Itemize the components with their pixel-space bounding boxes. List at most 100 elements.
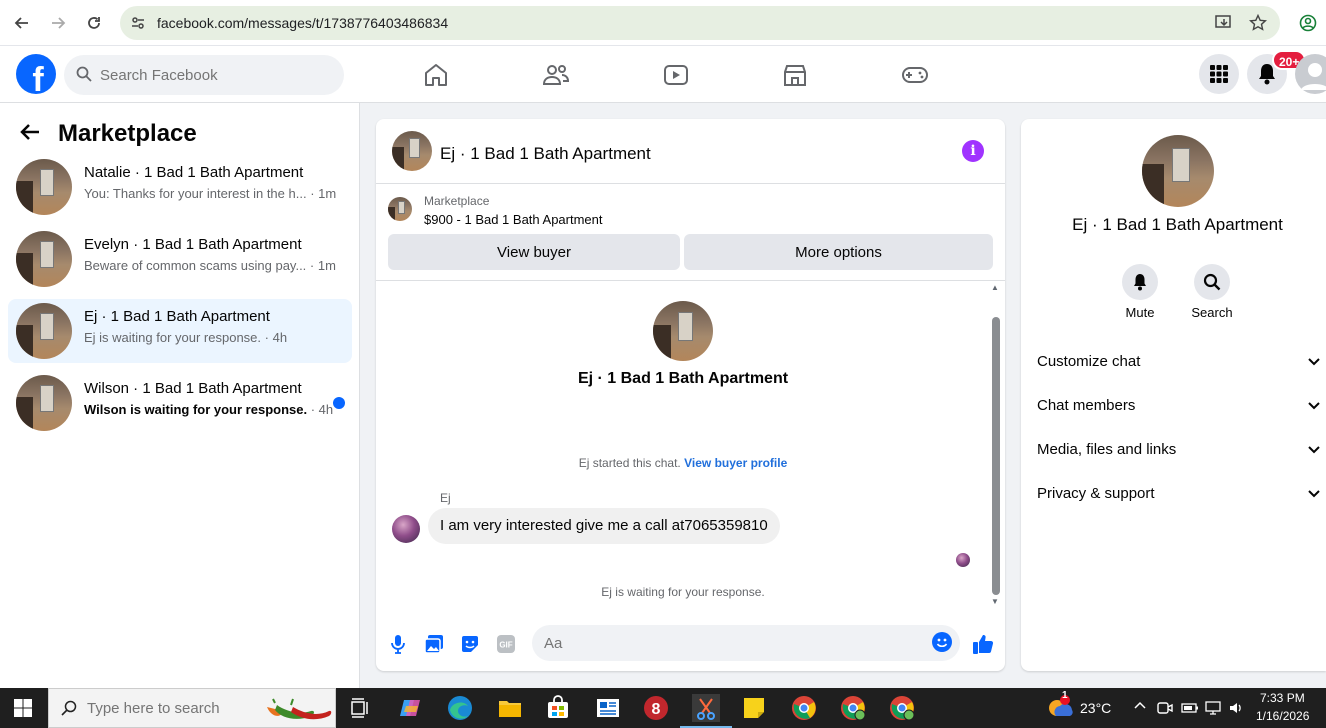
view-buyer-button[interactable]: View buyer — [388, 234, 680, 270]
conversation-item[interactable]: Evelyn · 1 Bad 1 Bath Apartment Beware o… — [8, 227, 352, 291]
facebook-logo-icon[interactable]: f — [16, 54, 56, 94]
sticker-icon[interactable] — [458, 632, 482, 656]
forward-icon[interactable] — [45, 10, 71, 36]
gif-icon[interactable]: GIF — [494, 632, 518, 656]
search-in-conversation-icon[interactable] — [1194, 264, 1230, 300]
reload-icon[interactable] — [81, 10, 107, 36]
address-bar[interactable]: facebook.com/messages/t/1738776403486834 — [120, 6, 1280, 40]
section-label: Media, files and links — [1037, 440, 1177, 458]
browser-toolbar: facebook.com/messages/t/1738776403486834 — [0, 0, 1326, 46]
media-files-links-section[interactable]: Media, files and links — [1037, 431, 1320, 467]
unread-indicator — [333, 397, 345, 409]
message-input-wrapper[interactable] — [532, 625, 960, 661]
conversation-name: Wilson · 1 Bad 1 Bath Apartment — [84, 380, 302, 397]
meet-now-icon[interactable] — [1157, 700, 1173, 719]
message-sender-name: Ej — [440, 491, 451, 505]
install-app-icon[interactable] — [1214, 13, 1234, 33]
back-arrow-icon[interactable] — [20, 123, 40, 146]
weather-icon[interactable] — [1046, 694, 1074, 722]
microphone-icon[interactable] — [386, 632, 410, 656]
search-label[interactable]: Search — [1182, 305, 1242, 320]
waiting-notice: Ej is waiting for your response. — [601, 585, 765, 599]
home-icon[interactable] — [421, 60, 451, 90]
file-explorer-icon[interactable] — [496, 694, 524, 722]
chat-header: Ej · 1 Bad 1 Bath Apartment i — [376, 119, 1005, 184]
weather-alert-badge: 1 — [1062, 690, 1068, 701]
marketplace-listing-row[interactable]: Marketplace $900 - 1 Bad 1 Bath Apartmen… — [376, 185, 1005, 235]
show-hidden-icons-chevron-icon[interactable] — [1133, 698, 1147, 715]
app-red-circle-icon[interactable]: 8 — [642, 694, 670, 722]
battery-icon[interactable] — [1181, 700, 1199, 719]
friends-icon[interactable] — [541, 60, 571, 90]
section-label: Privacy & support — [1037, 484, 1155, 502]
conversation-info-icon[interactable]: i — [962, 140, 984, 162]
photo-gallery-icon[interactable] — [422, 632, 446, 656]
search-input[interactable] — [100, 55, 330, 95]
volume-icon[interactable] — [1228, 700, 1244, 719]
bookmark-star-icon[interactable] — [1248, 13, 1268, 33]
chat-title[interactable]: Ej · 1 Bad 1 Bath Apartment — [440, 144, 651, 164]
facebook-search[interactable] — [64, 55, 344, 95]
message-bubble[interactable]: I am very interested give me a call at70… — [428, 508, 780, 544]
snipping-tool-icon[interactable] — [680, 694, 732, 728]
marketplace-label: Marketplace — [424, 194, 490, 208]
microsoft-store-icon[interactable] — [544, 694, 572, 722]
account-avatar[interactable] — [1295, 54, 1326, 94]
site-settings-icon[interactable] — [128, 13, 148, 33]
windows-start-icon[interactable] — [14, 699, 32, 717]
marketplace-icon[interactable] — [780, 60, 810, 90]
sender-avatar[interactable] — [392, 515, 420, 543]
customize-chat-section[interactable]: Customize chat — [1037, 343, 1320, 379]
details-avatar[interactable] — [1142, 135, 1214, 207]
scroll-down-arrow-icon[interactable]: ▼ — [990, 597, 1000, 606]
chevron-down-icon — [1308, 441, 1320, 458]
back-icon[interactable] — [9, 10, 35, 36]
chrome-profile-2-icon[interactable] — [839, 694, 867, 722]
url-text[interactable]: facebook.com/messages/t/1738776403486834 — [157, 15, 448, 31]
thumbs-up-icon[interactable] — [971, 632, 995, 656]
task-view-icon[interactable] — [346, 694, 374, 722]
taskbar-search[interactable] — [48, 688, 336, 728]
sidebar-header: Marketplace — [20, 119, 197, 149]
conversation-preview: Ej is waiting for your response. · 4h — [84, 330, 288, 345]
message-input[interactable] — [544, 625, 914, 661]
menu-grid-icon[interactable] — [1199, 54, 1239, 94]
edge-browser-icon[interactable] — [446, 694, 474, 722]
scroll-up-arrow-icon[interactable]: ▲ — [990, 283, 1000, 292]
chevron-down-icon — [1308, 397, 1320, 414]
conversation-item-active[interactable]: Ej · 1 Bad 1 Bath Apartment Ej is waitin… — [8, 299, 352, 363]
conversation-item[interactable]: Natalie · 1 Bad 1 Bath Apartment You: Th… — [8, 155, 352, 219]
network-icon[interactable] — [1205, 700, 1223, 719]
chat-members-section[interactable]: Chat members — [1037, 387, 1320, 423]
section-label: Chat members — [1037, 396, 1136, 414]
conversation-details-panel: Ej · 1 Bad 1 Bath Apartment Mute Search … — [1021, 119, 1326, 671]
gaming-icon[interactable] — [900, 60, 930, 90]
chrome-profile-d-icon[interactable] — [790, 694, 818, 722]
copilot-icon[interactable] — [396, 694, 424, 722]
chrome-profile-3-icon[interactable] — [888, 694, 916, 722]
sticky-notes-icon[interactable] — [740, 694, 768, 722]
conversation-avatar — [16, 303, 72, 359]
sidebar-title: Marketplace — [58, 120, 197, 147]
emoji-icon[interactable] — [932, 632, 952, 652]
privacy-support-section[interactable]: Privacy & support — [1037, 475, 1320, 511]
scrollbar-thumb[interactable] — [992, 317, 1000, 595]
clock-date[interactable]: 1/16/2026 — [1256, 709, 1309, 723]
conversation-avatar-large — [653, 301, 713, 361]
conversation-preview: Wilson is waiting for your response. · 4… — [84, 402, 334, 417]
taskbar-search-input[interactable] — [87, 689, 247, 727]
conversation-item[interactable]: Wilson · 1 Bad 1 Bath Apartment Wilson i… — [8, 371, 352, 435]
more-options-button[interactable]: More options — [684, 234, 993, 270]
view-buyer-profile-link[interactable]: View buyer profile — [684, 456, 787, 470]
chat-avatar[interactable] — [392, 131, 432, 171]
svg-text:8: 8 — [652, 701, 661, 718]
clock-time[interactable]: 7:33 PM — [1260, 691, 1305, 705]
mute-label[interactable]: Mute — [1110, 305, 1170, 320]
conversation-name: Evelyn · 1 Bad 1 Bath Apartment — [84, 236, 302, 253]
news-app-icon[interactable] — [594, 694, 622, 722]
mute-bell-icon[interactable] — [1122, 264, 1158, 300]
conversation-avatar — [16, 375, 72, 431]
temperature-text[interactable]: 23°C — [1080, 700, 1111, 716]
watch-video-icon[interactable] — [661, 60, 691, 90]
profile-icon[interactable] — [1295, 10, 1321, 36]
